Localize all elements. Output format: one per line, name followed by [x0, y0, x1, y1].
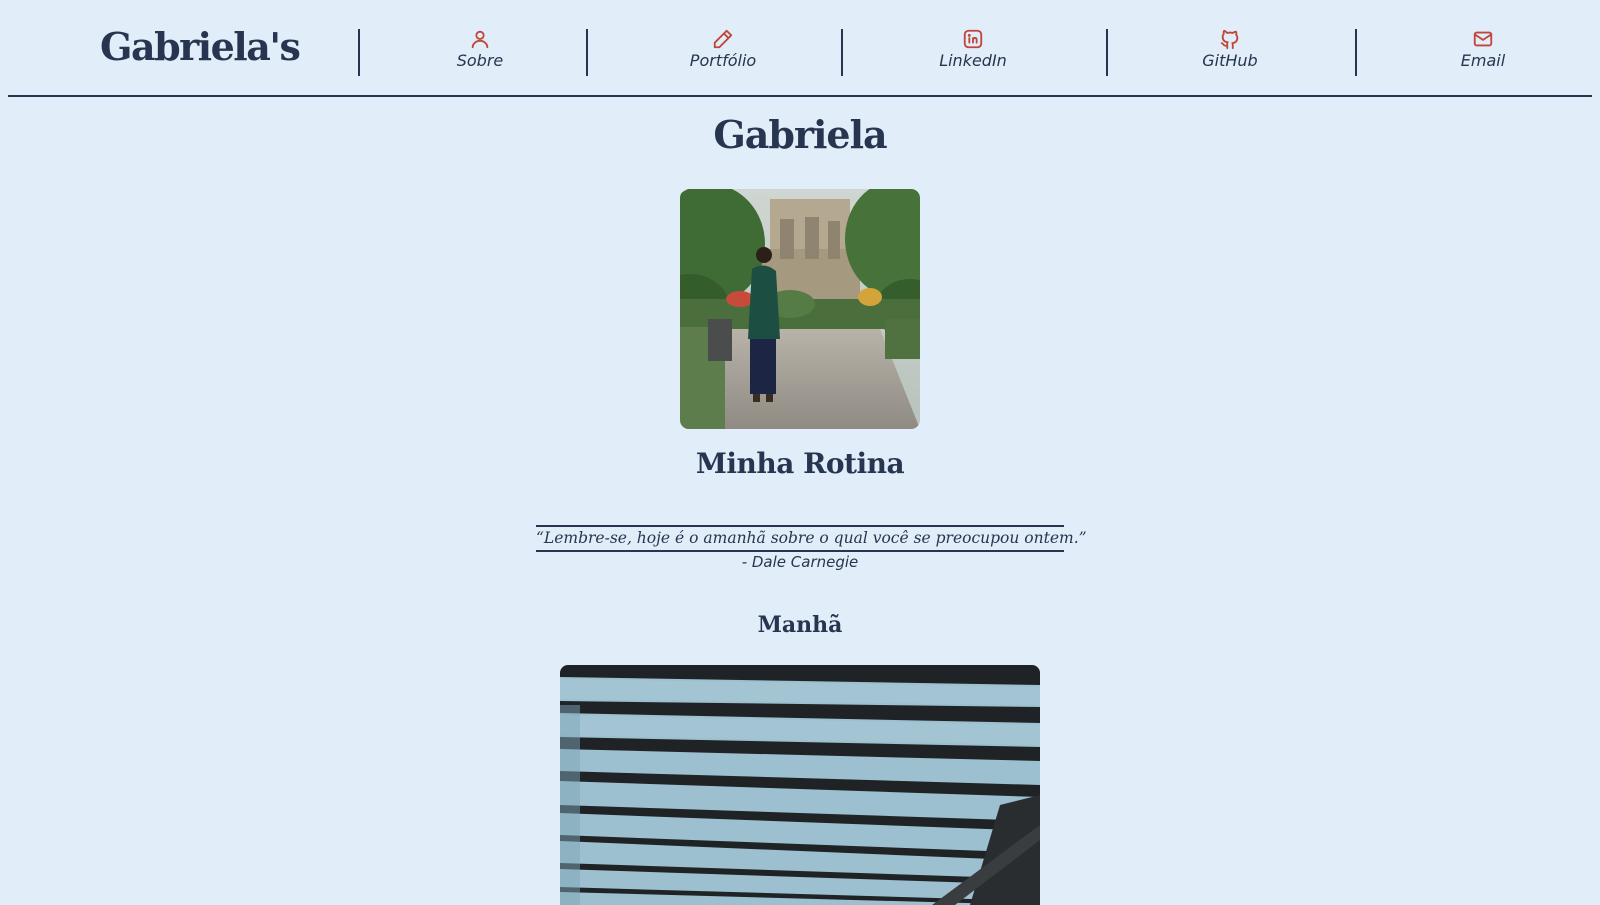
nav-label-linkedin: LinkedIn	[939, 51, 1007, 70]
nav-divider	[586, 29, 588, 76]
github-icon	[1220, 29, 1239, 50]
profile-photo-image	[680, 189, 920, 429]
page-title: Gabriela	[713, 112, 887, 157]
nav-divider	[1106, 29, 1108, 76]
mail-icon	[1473, 31, 1493, 47]
pencil-icon	[713, 29, 733, 49]
user-icon	[471, 30, 489, 49]
linkedin-icon	[963, 29, 983, 49]
nav-item-portfolio[interactable]: Portfólio	[653, 28, 793, 70]
nav-label-sobre: Sobre	[456, 51, 504, 70]
nav-item-email[interactable]: Email	[1413, 28, 1553, 70]
nav-divider	[358, 29, 360, 76]
site-header: Gabriela's Sobre Portfólio LinkedIn GitH	[8, 0, 1592, 97]
quote: “Lembre-se, hoje é o amanhã sobre o qual…	[536, 525, 1087, 552]
nav-label-portfolio: Portfólio	[689, 51, 757, 70]
profile-photo	[680, 189, 920, 429]
nav-divider	[841, 29, 843, 76]
section-title: Minha Rotina	[695, 447, 905, 480]
nav-label-email: Email	[1460, 51, 1506, 70]
quote-author: - Dale Carnegie	[741, 553, 859, 571]
morning-photo	[560, 665, 1040, 905]
nav-divider	[1355, 29, 1357, 76]
morning-title: Manhã	[757, 612, 843, 638]
nav-item-github[interactable]: GitHub	[1160, 28, 1300, 70]
nav-item-sobre[interactable]: Sobre	[420, 28, 540, 70]
nav-item-linkedin[interactable]: LinkedIn	[903, 28, 1043, 70]
nav-label-github: GitHub	[1202, 51, 1258, 70]
site-logo[interactable]: Gabriela's	[100, 24, 301, 69]
morning-photo-image	[560, 665, 1040, 905]
